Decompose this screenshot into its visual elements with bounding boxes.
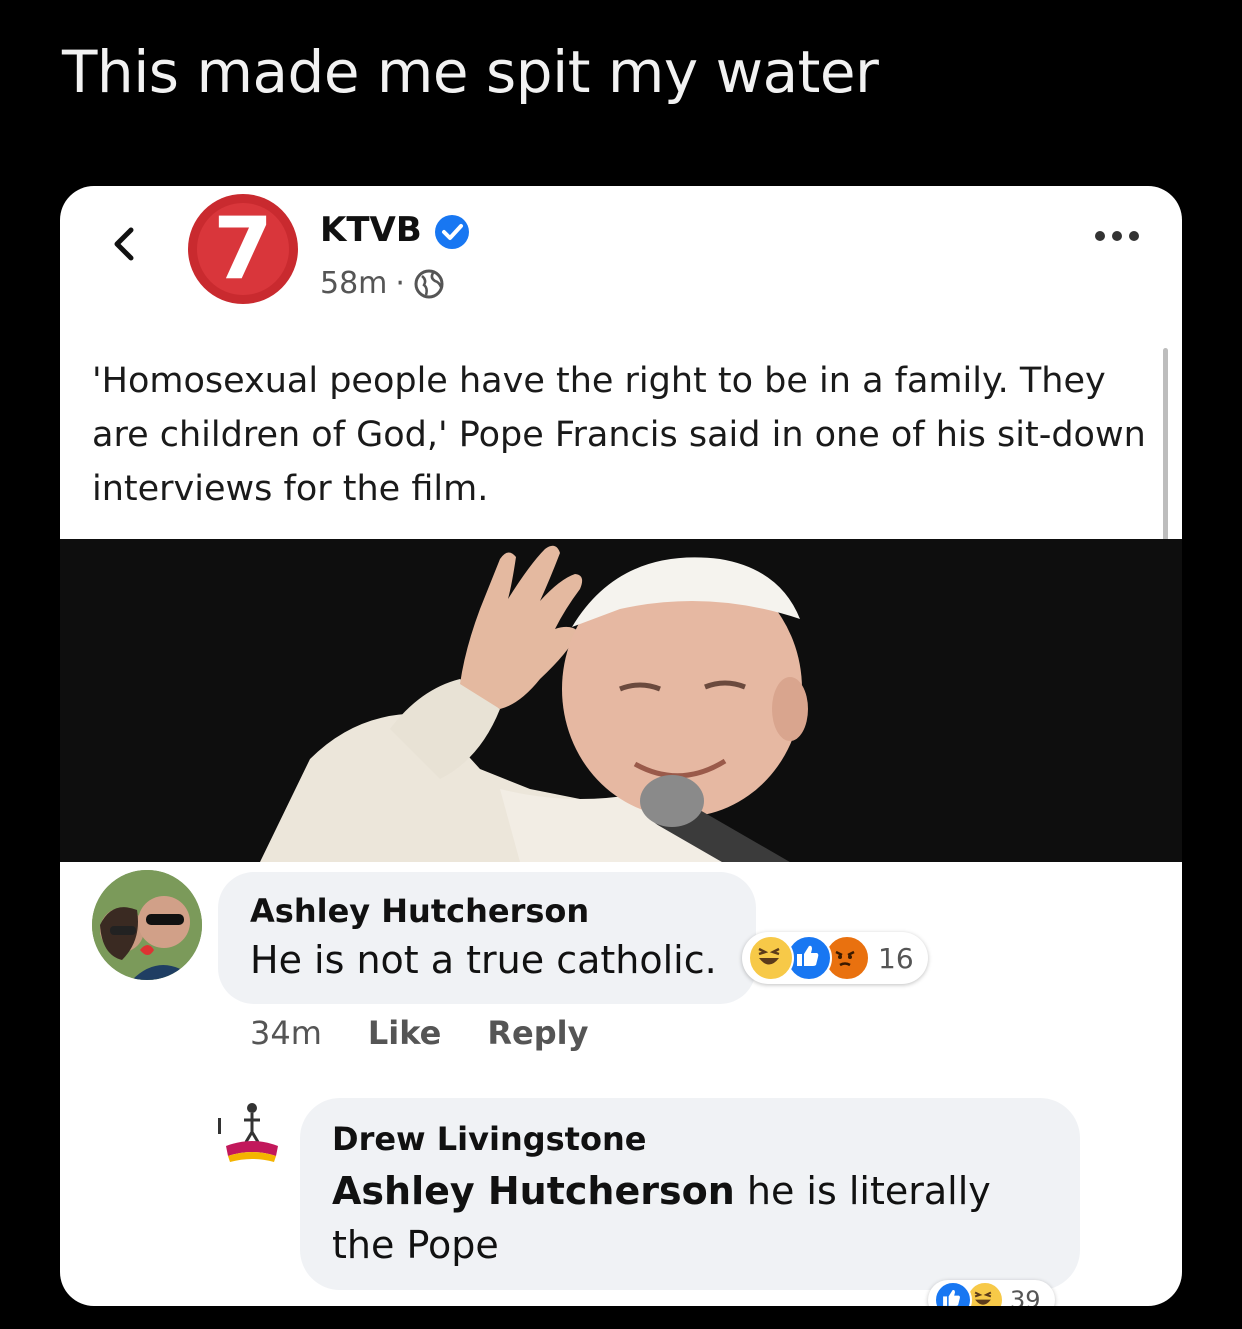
pope-photo-illustration (60, 539, 1182, 862)
comment-author[interactable]: Ashley Hutcherson (250, 892, 589, 930)
cartoon-logo-avatar (218, 1098, 286, 1166)
post-photo[interactable] (60, 539, 1182, 862)
reaction-summary[interactable]: 16 (742, 932, 928, 984)
back-button[interactable] (100, 220, 148, 268)
like-button[interactable]: Like (368, 1014, 441, 1052)
comment-text: He is not a true catholic. (250, 938, 717, 982)
comment-time: 34m (250, 1014, 322, 1052)
verified-badge-icon (435, 215, 469, 249)
reply-text: Ashley Hutcherson he is literally the Po… (332, 1164, 1052, 1272)
reply-author[interactable]: Drew Livingstone (332, 1120, 646, 1158)
post-text: 'Homosexual people have the right to be … (92, 361, 1146, 509)
channel-7-logo: 7 (197, 203, 289, 295)
haha-icon (748, 935, 794, 981)
more-options-icon[interactable] (1092, 226, 1142, 246)
caption-text: This made me spit my water (62, 38, 879, 106)
meta-separator: · (395, 266, 405, 301)
reply-bubble: Drew Livingstone Ashley Hutcherson he is… (300, 1098, 1080, 1290)
comment-actions: 34m Like Reply (250, 1014, 588, 1052)
commenter-avatar[interactable] (92, 870, 202, 980)
page-name[interactable]: KTVB (320, 210, 422, 250)
chevron-left-icon (114, 227, 134, 261)
reply-reaction-count: 39 (1010, 1286, 1041, 1306)
like-icon (934, 1281, 972, 1306)
page-avatar[interactable]: 7 (188, 194, 298, 304)
reply-button[interactable]: Reply (487, 1014, 588, 1052)
reply-reaction-summary[interactable]: 39 (928, 1280, 1055, 1306)
post-time[interactable]: 58m (320, 266, 387, 301)
post-meta: 58m · (320, 266, 445, 301)
reply-avatar[interactable] (218, 1098, 286, 1166)
reaction-count: 16 (878, 941, 914, 975)
comment-bubble: Ashley Hutcherson He is not a true catho… (218, 872, 756, 1004)
mention-tag[interactable]: Ashley Hutcherson (332, 1169, 735, 1213)
facebook-post-card: 7 KTVB 58m · 'Homosexual people have the… (60, 186, 1182, 1306)
couple-photo-avatar (92, 870, 202, 980)
globe-icon (414, 269, 444, 298)
